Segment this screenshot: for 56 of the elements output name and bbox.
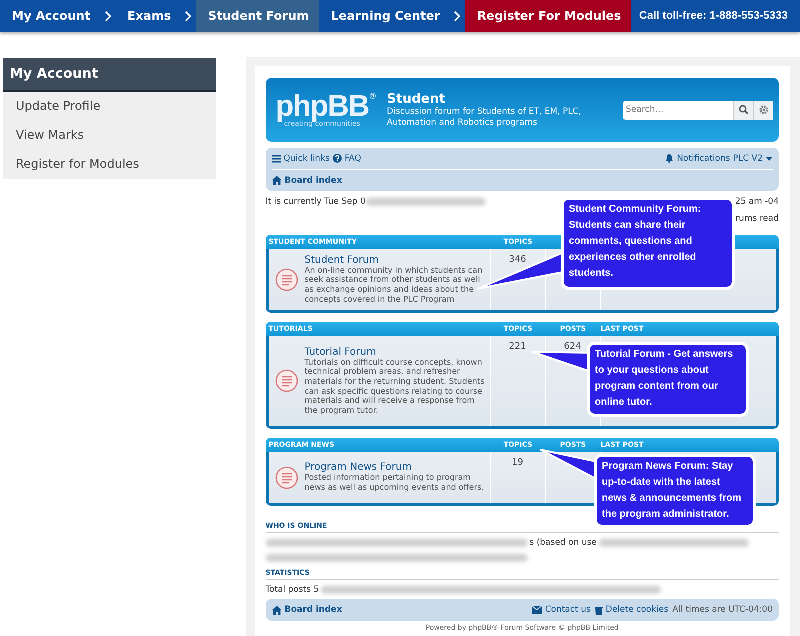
nav-tab[interactable]: Exams — [116, 0, 182, 32]
help-icon — [332, 154, 342, 163]
trash-icon — [594, 606, 603, 614]
notifications-link[interactable]: Notifications — [665, 154, 730, 164]
board-index-link[interactable]: Board index — [272, 605, 342, 615]
nav-tab[interactable]: Student Forum — [196, 0, 320, 32]
sidebar-link[interactable]: Register for Modules — [3, 150, 216, 179]
forum-link[interactable]: Student Forum — [304, 254, 488, 266]
sidebar-title: My Account — [3, 58, 216, 92]
site-description: Discussion forum for Students of ET, EM, PLC, Automation and Robotics programs — [387, 106, 582, 128]
forum-description: Posted information pertaining to program news as well as upcoming events and offers. — [304, 473, 486, 493]
topic-count: 19 — [512, 458, 524, 468]
search-field[interactable]: Search… — [623, 100, 733, 120]
current-time-text: 25 am -04 — [735, 197, 779, 207]
topic-count: 221 — [509, 342, 526, 352]
mark-forums-read-link[interactable]: rums read — [736, 214, 779, 226]
delete-cookies-link[interactable]: Delete cookies — [594, 605, 669, 615]
advanced-search-button[interactable] — [753, 100, 773, 120]
sidebar-link[interactable]: Update Profile — [3, 92, 216, 121]
search-box[interactable]: Search… — [623, 100, 773, 120]
nav-tab[interactable]: My Account — [0, 0, 101, 32]
forum-description: An on-line community in which students can seek assistance from other students as well as exchange opinions and ideas about the concepts covered in the PLC Program — [304, 266, 484, 304]
nav-tab[interactable]: Learning Center — [319, 0, 450, 32]
site-title: Student — [387, 92, 446, 106]
user-menu[interactable]: PLC V2 — [733, 154, 773, 164]
current-time-text: It is currently Tue Sep 0 — [266, 197, 366, 207]
menu-icon — [272, 154, 281, 162]
home-icon — [272, 606, 282, 614]
envelope-icon — [532, 606, 542, 614]
search-icon — [738, 105, 748, 115]
quick-links-menu[interactable]: Quick links — [272, 154, 330, 164]
caret-icon — [766, 156, 773, 160]
callout: Tutorial Forum - Get answers to your questions about program content from our online tutor. — [587, 342, 749, 417]
timezone-text: All times are UTC-04:00 — [672, 605, 773, 615]
faq-link[interactable]: FAQ — [332, 154, 362, 164]
search-button[interactable] — [733, 100, 753, 120]
topic-count: 346 — [509, 255, 526, 265]
forum-link[interactable]: Tutorial Forum — [304, 346, 488, 358]
statistics-text: Total posts 5 — [266, 584, 320, 594]
forum-description: Tutorials on difficult course concepts, known technical problem areas, and refresher materials for the returning student. Students can ask specific questions relating to course materials and will receive a response from the program tutor. — [304, 358, 486, 416]
board-index-link[interactable]: Board index — [272, 176, 342, 186]
contact-link[interactable]: Contact us — [532, 605, 591, 615]
sidebar-link[interactable]: View Marks — [3, 121, 216, 150]
bell-icon — [665, 154, 674, 163]
callout: Program News Forum: Stay up-to-date with the latest news & announcements from the program administrator. — [594, 454, 756, 528]
phone-number: Call toll-free: 1-888-553-5333 — [639, 10, 789, 22]
post-count: 624 — [564, 342, 582, 352]
nav-tab[interactable]: Register For Modules — [465, 0, 632, 32]
gear-icon — [758, 105, 768, 115]
home-icon — [272, 176, 282, 185]
forum-icon — [274, 466, 299, 490]
forum-icon — [274, 268, 299, 292]
forum-link[interactable]: Program News Forum — [304, 462, 488, 474]
callout: Student Community Forum: Students can share their comments, questions and experiences other enrolled students. — [561, 197, 735, 290]
online-users-text: s (based on use — [530, 538, 597, 548]
forum-icon — [274, 369, 299, 393]
